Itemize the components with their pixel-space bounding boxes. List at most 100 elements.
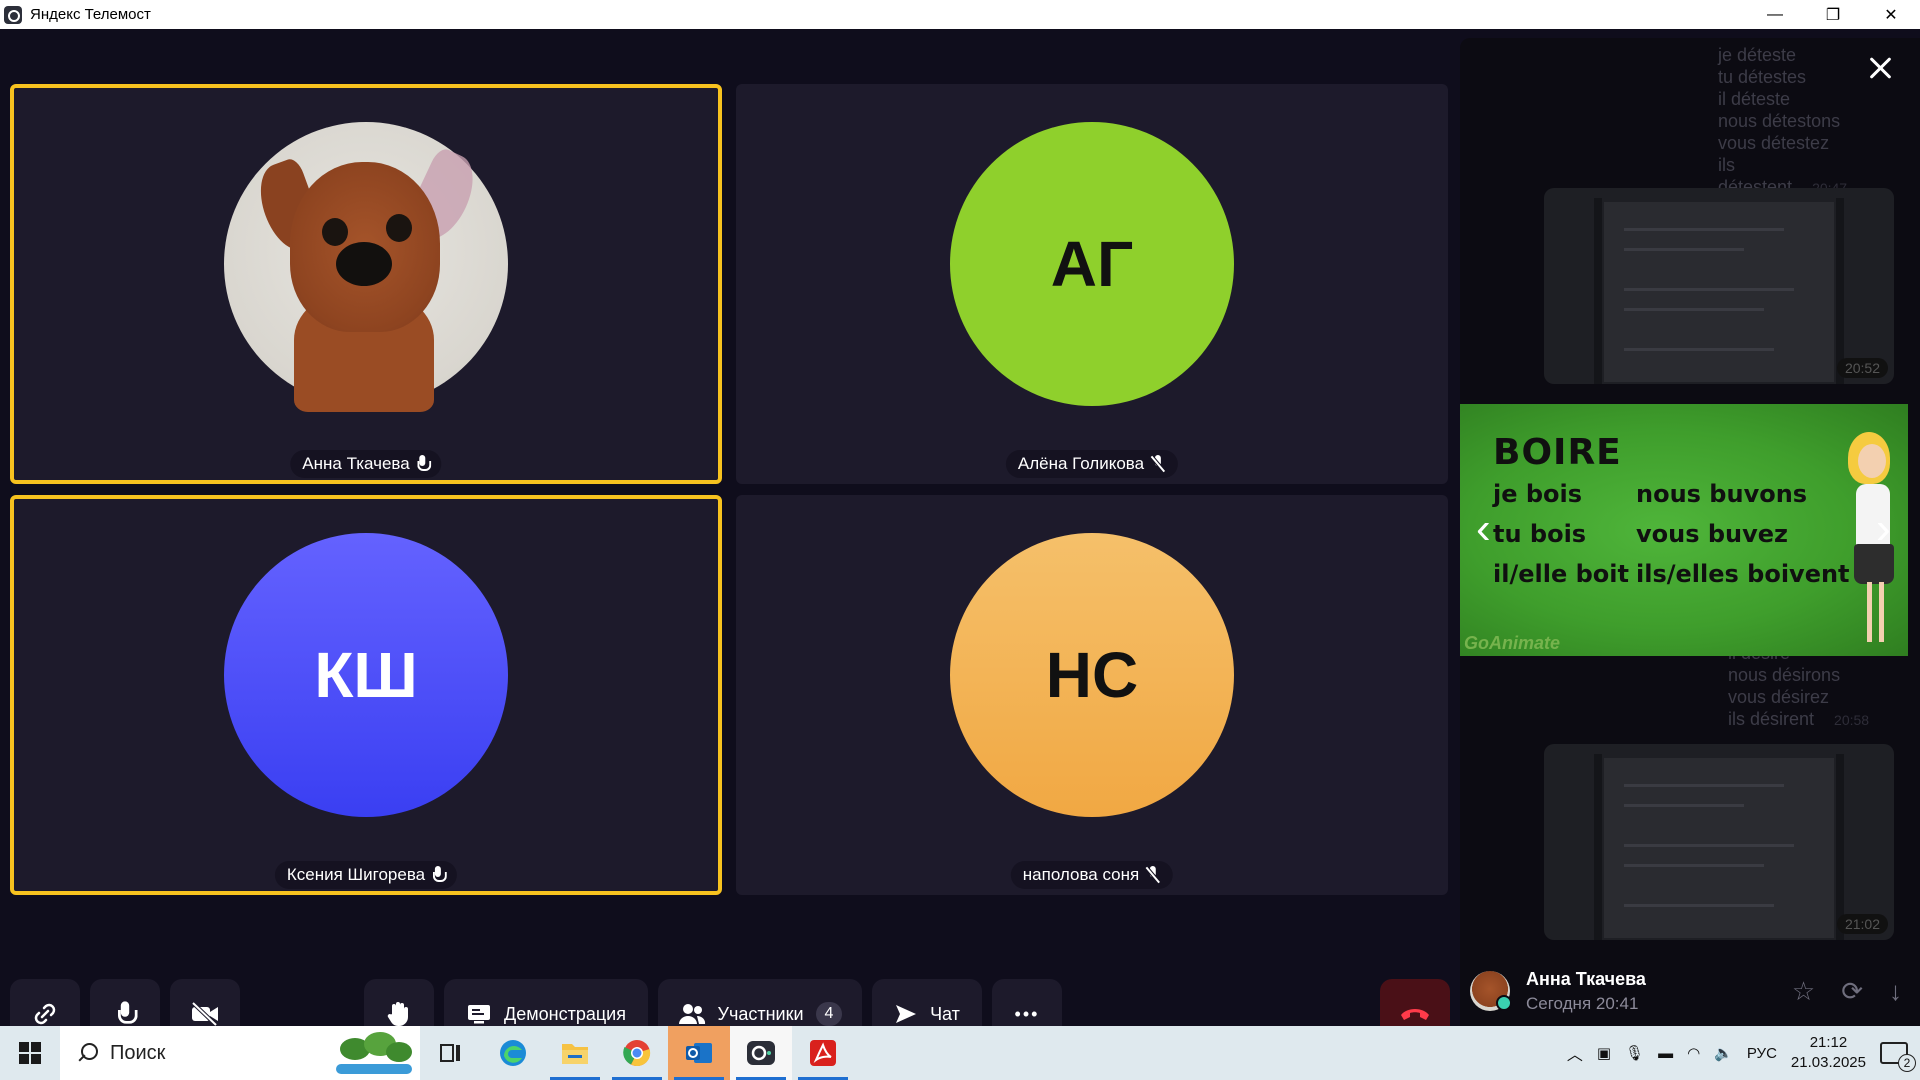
window-controls: — ❐ ✕ xyxy=(1746,0,1920,29)
taskbar-search[interactable]: Поиск xyxy=(60,1026,420,1080)
clock-date: 21.03.2025 xyxy=(1790,1054,1866,1071)
task-view-icon xyxy=(440,1044,460,1062)
author-name: Анна Ткачева xyxy=(1526,968,1646,989)
telemost-icon xyxy=(747,1041,775,1065)
restore-button[interactable]: ❐ xyxy=(1804,0,1862,29)
participant-nameplate: Алёна Голикова xyxy=(1005,450,1179,478)
screen-share-icon xyxy=(468,1005,491,1024)
taskbar-telemost[interactable] xyxy=(730,1026,792,1080)
participant-name: Алёна Голикова xyxy=(1017,454,1145,473)
chevron-right-icon[interactable]: › xyxy=(1876,507,1894,551)
window-title: Яндекс Телемост xyxy=(30,6,151,23)
participant-nameplate: Анна Ткачева xyxy=(290,450,442,478)
microphone-tray-icon[interactable]: 🎙 xyxy=(1625,1044,1644,1062)
acrobat-icon xyxy=(810,1040,836,1066)
camera-off-icon xyxy=(191,1001,218,1027)
notification-count: 2 xyxy=(1898,1054,1916,1072)
chat-message-screenshot[interactable]: 20:52 xyxy=(1544,188,1894,384)
mic-on-icon xyxy=(416,455,432,473)
wifi-icon[interactable]: ◠ xyxy=(1687,1044,1700,1062)
participant-avatar-initials: АГ xyxy=(950,122,1234,406)
taskbar-chrome[interactable] xyxy=(606,1026,668,1080)
download-icon[interactable]: ↓ xyxy=(1889,976,1902,1007)
people-icon xyxy=(678,1004,705,1024)
chrome-icon xyxy=(623,1040,651,1067)
volume-icon[interactable]: 🔈 xyxy=(1714,1044,1733,1062)
windows-logo-icon xyxy=(19,1042,41,1064)
mic-icon xyxy=(115,1001,138,1026)
search-label: Поиск xyxy=(110,1041,166,1064)
hand-icon xyxy=(387,1002,408,1026)
author-timestamp: Сегодня 20:41 xyxy=(1526,993,1639,1013)
start-button[interactable] xyxy=(0,1026,60,1080)
chat-message-text: je déteste tu détestes il déteste nous d… xyxy=(1718,44,1868,199)
windows-taskbar: Поиск ︿ ▣ 🎙 ▬ ◠ 🔈 РУС 21:12 21.03.2025 2 xyxy=(0,1026,1920,1080)
message-time: 20:58 xyxy=(1834,712,1870,728)
participant-avatar-photo xyxy=(224,122,508,412)
task-view-button[interactable] xyxy=(420,1026,482,1080)
participants-count-badge: 4 xyxy=(815,1002,843,1026)
telemost-app-icon xyxy=(4,5,22,24)
video-text: ils/elles boivent xyxy=(1636,560,1850,588)
video-text: il/elle boit xyxy=(1493,560,1629,588)
participant-tile[interactable]: КШ Ксения Шигорева xyxy=(10,495,722,895)
screen-share-label: Демонстрация xyxy=(504,1003,626,1024)
send-icon xyxy=(896,1005,917,1023)
participant-avatar-initials: НС xyxy=(950,533,1234,817)
taskbar-edge[interactable] xyxy=(482,1026,544,1080)
window-titlebar: Яндекс Телемост — ❐ ✕ xyxy=(0,0,1920,29)
video-text: vous buvez xyxy=(1636,520,1789,548)
mic-on-icon xyxy=(431,866,448,884)
message-time: 20:52 xyxy=(1836,358,1888,378)
mic-off-icon xyxy=(1145,866,1161,884)
forward-icon[interactable]: ⟳ xyxy=(1841,976,1863,1007)
chat-author-bar: Анна Ткачева Сегодня 20:41 ☆ ⟳ ↓ xyxy=(1460,956,1920,1026)
minimize-button[interactable]: — xyxy=(1746,0,1804,29)
device-icon[interactable]: ▣ xyxy=(1597,1044,1611,1062)
chevron-left-icon[interactable]: ‹ xyxy=(1476,507,1494,551)
participant-name: Ксения Шигорева xyxy=(286,865,426,884)
participant-nameplate: Ксения Шигорева xyxy=(274,861,458,889)
close-window-button[interactable]: ✕ xyxy=(1862,0,1920,29)
participant-avatar-initials: КШ xyxy=(224,533,508,817)
clock-time: 21:12 xyxy=(1809,1034,1848,1051)
battery-icon[interactable]: ▬ xyxy=(1658,1045,1673,1062)
chat-message-screenshot[interactable]: 21:02 xyxy=(1544,744,1894,940)
video-title: BOIRE xyxy=(1493,432,1622,473)
video-player[interactable]: BOIRE je bois tu bois il/elle boit nous … xyxy=(1460,404,1908,656)
taskbar-clock[interactable]: 21:12 21.03.2025 xyxy=(1791,1033,1866,1073)
edge-icon xyxy=(500,1040,526,1066)
language-indicator[interactable]: РУС xyxy=(1747,1045,1777,1062)
system-tray: ︿ ▣ 🎙 ▬ ◠ 🔈 РУС 21:12 21.03.2025 2 xyxy=(1567,1026,1920,1080)
taskbar-outlook[interactable] xyxy=(668,1026,730,1080)
participant-tile[interactable]: Анна Ткачева xyxy=(10,84,722,484)
close-chat-icon[interactable] xyxy=(1864,52,1896,84)
hang-up-icon xyxy=(1401,1009,1429,1020)
participant-name: Анна Ткачева xyxy=(302,454,410,473)
video-watermark-logo: GoAnimate xyxy=(1464,633,1561,653)
link-icon xyxy=(34,1003,56,1025)
folder-icon xyxy=(562,1044,588,1064)
chat-label: Чат xyxy=(930,1003,960,1024)
video-text: nous buvons xyxy=(1636,480,1808,508)
notification-center-icon[interactable]: 2 xyxy=(1880,1042,1916,1072)
taskbar-acrobat[interactable] xyxy=(792,1026,854,1080)
message-time: 21:02 xyxy=(1836,914,1888,934)
video-grid: Анна Ткачева АГ Алёна Голикова КШ Ксения… xyxy=(0,29,1460,1049)
search-icon xyxy=(76,1043,98,1063)
video-text: je bois xyxy=(1493,480,1583,508)
mic-off-icon xyxy=(1150,455,1166,473)
more-icon: ••• xyxy=(1014,1003,1040,1024)
star-icon[interactable]: ☆ xyxy=(1792,976,1815,1007)
author-avatar xyxy=(1470,971,1512,1011)
taskbar-file-explorer[interactable] xyxy=(544,1026,606,1080)
participant-tile[interactable]: НС наполова соня xyxy=(736,495,1448,895)
chevron-up-icon[interactable]: ︿ xyxy=(1567,1041,1583,1065)
participant-nameplate: наполова соня xyxy=(1010,861,1174,889)
video-text: tu bois xyxy=(1493,520,1587,548)
participant-name: наполова соня xyxy=(1022,865,1140,884)
participants-label: Участники xyxy=(717,1003,804,1024)
participant-tile[interactable]: АГ Алёна Голикова xyxy=(736,84,1448,484)
outlook-icon xyxy=(686,1043,712,1063)
search-highlight-image xyxy=(330,1030,416,1078)
